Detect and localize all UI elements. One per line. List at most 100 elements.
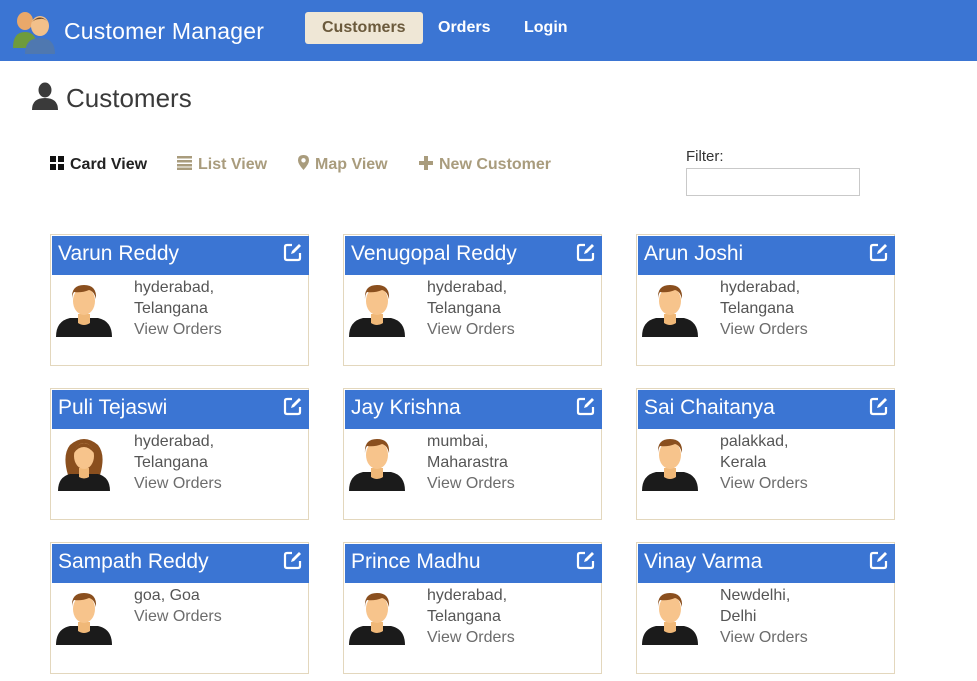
customer-state: Kerala	[720, 454, 767, 471]
edit-icon[interactable]	[869, 242, 889, 262]
top-navbar: Customer Manager Customers Orders Login	[0, 0, 977, 61]
customer-info: hyderabad, Telangana View Orders	[427, 585, 515, 648]
view-orders-link[interactable]: View Orders	[427, 473, 515, 494]
map-view-label: Map View	[315, 156, 388, 173]
app-title: Customer Manager	[64, 17, 265, 44]
card-header: Venugopal Reddy	[345, 236, 602, 275]
male-avatar-icon	[642, 281, 698, 337]
card-header: Vinay Varma	[638, 544, 895, 583]
customer-city: hyderabad,	[134, 433, 215, 450]
male-avatar-icon	[349, 589, 405, 645]
customer-name-link[interactable]: Venugopal Reddy	[351, 242, 517, 266]
view-orders-link[interactable]: View Orders	[720, 473, 808, 494]
customer-name-link[interactable]: Jay Krishna	[351, 396, 461, 420]
filter-label: Filter:	[686, 148, 724, 165]
filter-input[interactable]	[686, 168, 860, 196]
view-orders-link[interactable]: View Orders	[720, 627, 808, 648]
grid-icon	[50, 155, 64, 175]
customer-card: Venugopal Reddy hyderabad, Telangana View O…	[343, 234, 602, 366]
plus-icon	[419, 155, 433, 175]
customer-city: mumbai,	[427, 433, 489, 450]
customer-state: Delhi	[720, 608, 757, 625]
male-avatar-icon	[349, 435, 405, 491]
customer-info: hyderabad, Telangana View Orders	[427, 277, 515, 340]
card-view-button[interactable]: Card View	[50, 154, 147, 176]
map-view-button[interactable]: Map View	[298, 154, 388, 176]
page-heading: Customers	[32, 82, 192, 115]
customer-info: hyderabad, Telangana View Orders	[134, 277, 222, 340]
customer-name-link[interactable]: Varun Reddy	[58, 242, 179, 266]
customer-card: Arun Joshi hyderabad, Telangana View Orders	[636, 234, 895, 366]
customer-card: Prince Madhu hyderabad, Telangana View Orde…	[343, 542, 602, 674]
customer-state: Telangana	[134, 454, 208, 471]
female-avatar-icon	[56, 435, 112, 491]
view-orders-link[interactable]: View Orders	[134, 473, 222, 494]
edit-icon[interactable]	[283, 550, 303, 570]
customer-state: Telangana	[427, 300, 501, 317]
customer-card: Sai Chaitanya palakkad, Kerala View Orders	[636, 388, 895, 520]
edit-icon[interactable]	[869, 396, 889, 416]
customer-name-link[interactable]: Prince Madhu	[351, 550, 481, 574]
customer-info: hyderabad, Telangana View Orders	[134, 431, 222, 494]
nav-orders[interactable]: Orders	[421, 12, 507, 44]
customer-name-link[interactable]: Arun Joshi	[644, 242, 743, 266]
list-view-button[interactable]: List View	[177, 154, 267, 176]
male-avatar-icon	[349, 281, 405, 337]
customer-name-link[interactable]: Sampath Reddy	[58, 550, 209, 574]
customer-name-link[interactable]: Vinay Varma	[644, 550, 762, 574]
new-customer-label: New Customer	[439, 156, 552, 173]
customers-logo-icon	[10, 8, 58, 54]
male-avatar-icon	[642, 435, 698, 491]
customer-city: Newdelhi,	[720, 587, 791, 604]
edit-icon[interactable]	[576, 242, 596, 262]
map-marker-icon	[298, 155, 309, 175]
view-orders-link[interactable]: View Orders	[427, 627, 515, 648]
customer-info: Newdelhi, Delhi View Orders	[720, 585, 808, 648]
customer-info: hyderabad, Telangana View Orders	[720, 277, 808, 340]
card-header: Arun Joshi	[638, 236, 895, 275]
list-view-label: List View	[198, 156, 268, 173]
customer-city: hyderabad,	[427, 587, 508, 604]
customer-card: Jay Krishna mumbai, Maharastra View Orders	[343, 388, 602, 520]
edit-icon[interactable]	[576, 396, 596, 416]
customer-card: Puli Tejaswi hyderabad, Telangana View Orde…	[50, 388, 309, 520]
view-orders-link[interactable]: View Orders	[720, 319, 808, 340]
card-header: Prince Madhu	[345, 544, 602, 583]
customer-city: hyderabad,	[720, 279, 801, 296]
card-header: Sampath Reddy	[52, 544, 309, 583]
view-orders-link[interactable]: View Orders	[427, 319, 515, 340]
customer-name-link[interactable]: Sai Chaitanya	[644, 396, 775, 420]
card-view-label: Card View	[70, 156, 148, 173]
nav-customers[interactable]: Customers	[305, 12, 423, 44]
customer-card: Varun Reddy hyderabad, Telangana View Order…	[50, 234, 309, 366]
male-avatar-icon	[56, 281, 112, 337]
customer-info: palakkad, Kerala View Orders	[720, 431, 808, 494]
edit-icon[interactable]	[283, 242, 303, 262]
view-orders-link[interactable]: View Orders	[134, 319, 222, 340]
customer-city: hyderabad,	[134, 279, 215, 296]
customer-card: Vinay Varma Newdelhi, Delhi View Orders	[636, 542, 895, 674]
list-icon	[177, 155, 192, 175]
nav-login[interactable]: Login	[507, 12, 585, 44]
customer-state: Telangana	[134, 300, 208, 317]
card-header: Varun Reddy	[52, 236, 309, 275]
customer-city: goa, Goa	[134, 587, 200, 604]
customer-state: Telangana	[427, 608, 501, 625]
card-header: Sai Chaitanya	[638, 390, 895, 429]
user-icon	[32, 82, 58, 115]
customer-state: Telangana	[720, 300, 794, 317]
card-header: Jay Krishna	[345, 390, 602, 429]
customer-info: goa, Goa View Orders	[134, 585, 222, 627]
customer-state: Maharastra	[427, 454, 508, 471]
customer-name-link[interactable]: Puli Tejaswi	[58, 396, 167, 420]
brand[interactable]: Customer Manager	[10, 8, 264, 54]
edit-icon[interactable]	[576, 550, 596, 570]
customer-card: Sampath Reddy goa, Goa View Orders	[50, 542, 309, 674]
page-title: Customers	[66, 83, 192, 113]
customer-info: mumbai, Maharastra View Orders	[427, 431, 515, 494]
edit-icon[interactable]	[283, 396, 303, 416]
new-customer-button[interactable]: New Customer	[419, 154, 551, 176]
customer-city: palakkad,	[720, 433, 789, 450]
edit-icon[interactable]	[869, 550, 889, 570]
view-orders-link[interactable]: View Orders	[134, 606, 222, 627]
